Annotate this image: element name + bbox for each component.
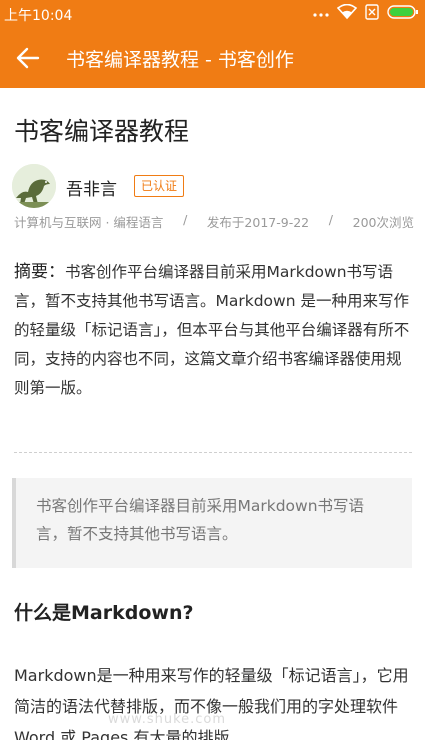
body-paragraph: Markdown是一种用来写作的轻量级「标记语言」，它用简洁的语法代替排版，而不… xyxy=(14,666,409,740)
sim-off-icon xyxy=(365,4,379,24)
summary-text: 书客创作平台编译器目前采用Markdown书写语言，暂不支持其他书写语言。Mar… xyxy=(14,263,410,397)
status-bar: 上午10:04 xyxy=(0,0,425,28)
summary-label: 摘要： xyxy=(14,262,65,282)
avatar[interactable] xyxy=(12,164,56,208)
battery-icon xyxy=(387,5,419,23)
more-dots-icon xyxy=(313,6,329,22)
dashed-divider xyxy=(14,452,412,453)
meta-date: 发布于2017-9-22 xyxy=(206,215,310,230)
blockquote: 书客创作平台编译器目前采用Markdown书写语言，暂不支持其他书写语言。 xyxy=(12,478,412,568)
dinosaur-avatar-icon xyxy=(12,164,56,208)
status-icons xyxy=(313,3,419,24)
app-bar-title: 书客编译器教程 - 书客创作 xyxy=(66,49,294,71)
wifi-icon xyxy=(336,3,358,24)
meta-separator: / xyxy=(328,212,333,227)
article-content[interactable]: 书客编译器教程 吾非言 已认证 计算机与互联网 · 编程语言 / 发布于2017… xyxy=(0,88,425,740)
meta-separator: / xyxy=(183,212,188,227)
article-summary: 摘要：书客创作平台编译器目前采用Markdown书写语言，暂不支持其他书写语言。… xyxy=(14,258,412,403)
meta-category[interactable]: 计算机与互联网 · 编程语言 xyxy=(14,212,163,231)
author-name[interactable]: 吾非言 xyxy=(66,175,117,200)
arrow-left-icon[interactable] xyxy=(14,44,42,72)
article-meta: 计算机与互联网 · 编程语言 / 发布于2017-9-22 / 200次浏览 xyxy=(14,212,414,231)
section-heading: 什么是Markdown? xyxy=(14,602,194,624)
verified-badge: 已认证 xyxy=(134,175,185,197)
article-title: 书客编译器教程 xyxy=(14,117,190,146)
status-time: 上午10:04 xyxy=(4,8,73,24)
app-bar: 书客编译器教程 - 书客创作 xyxy=(0,28,425,88)
meta-views: 200次浏览 xyxy=(352,215,414,230)
